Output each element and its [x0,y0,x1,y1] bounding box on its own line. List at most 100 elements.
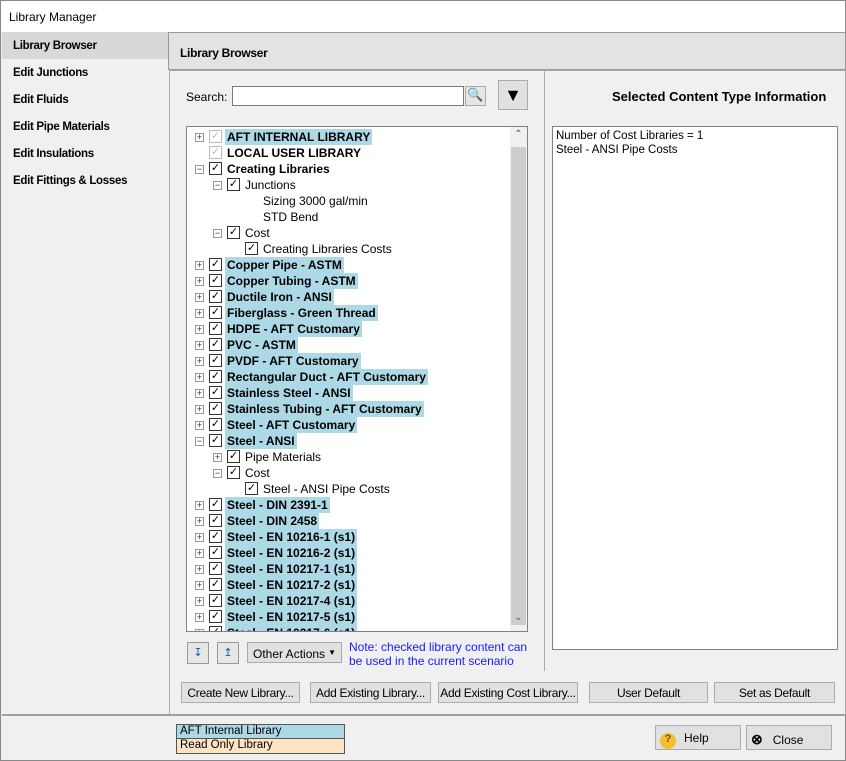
checkbox[interactable]: ✓ [209,290,222,303]
checkbox[interactable]: ✓ [209,578,222,591]
expand-icon[interactable]: + [195,389,204,398]
expand-icon[interactable]: + [213,453,222,462]
collapse-icon[interactable]: − [195,437,204,446]
tree-row-label[interactable]: Creating Libraries Costs [261,241,394,257]
scrollbar-thumb[interactable] [511,147,526,625]
user-default-button[interactable]: User Default [589,682,708,703]
checkbox[interactable]: ✓ [245,482,258,495]
tree-row-label[interactable]: Steel - EN 10217-2 (s1) [225,577,358,593]
expand-icon[interactable]: + [195,341,204,350]
sidebar-item-edit-insulations[interactable]: Edit Insulations [2,140,168,167]
checkbox[interactable]: ✓ [209,498,222,511]
tree-row-label[interactable]: Creating Libraries [225,161,332,177]
tree-row-label[interactable]: Stainless Tubing - AFT Customary [225,401,424,417]
expand-icon[interactable]: + [195,293,204,302]
tree-row-label[interactable]: Steel - ANSI Pipe Costs [261,481,392,497]
tree-row-label[interactable]: Junctions [243,177,298,193]
tree-row-label[interactable]: PVC - ASTM [225,337,298,353]
close-button[interactable]: ⊗ Close [746,725,832,750]
expand-icon[interactable]: + [195,357,204,366]
tree-row-label[interactable]: Copper Tubing - ASTM [225,273,358,289]
checkbox[interactable]: ✓ [227,466,240,479]
tree-row-label[interactable]: Steel - EN 10217-5 (s1) [225,609,358,625]
tree-row-label[interactable]: Steel - EN 10217-1 (s1) [225,561,358,577]
sidebar-item-edit-junctions[interactable]: Edit Junctions [2,59,168,86]
checkbox[interactable]: ✓ [209,610,222,623]
scroll-down-icon[interactable]: ⌄ [510,612,527,629]
tree-row-label[interactable]: Cost [243,225,272,241]
expand-icon[interactable]: + [195,405,204,414]
set-as-default-button[interactable]: Set as Default [714,682,835,703]
search-icon[interactable]: 🔍 [465,86,486,106]
checkbox[interactable]: ✓ [209,162,222,175]
other-actions-dropdown[interactable]: Other Actions ▼ [247,642,342,663]
checkbox[interactable]: ✓ [209,130,222,143]
sidebar-item-edit-pipe-materials[interactable]: Edit Pipe Materials [2,113,168,140]
tree-row-label[interactable]: AFT INTERNAL LIBRARY [225,129,373,145]
checkbox[interactable]: ✓ [245,242,258,255]
tree-row-label[interactable]: Fiberglass - Green Thread [225,305,378,321]
collapse-icon[interactable]: − [213,229,222,238]
checkbox[interactable]: ✓ [209,370,222,383]
checkbox[interactable]: ✓ [209,434,222,447]
checkbox[interactable]: ✓ [209,338,222,351]
checkbox[interactable]: ✓ [209,322,222,335]
scroll-up-icon[interactable]: ⌃ [510,129,527,146]
checkbox[interactable]: ✓ [209,306,222,319]
expand-icon[interactable]: + [195,565,204,574]
expand-icon[interactable]: + [195,501,204,510]
expand-icon[interactable]: + [195,373,204,382]
checkbox[interactable]: ✓ [209,274,222,287]
expand-icon[interactable]: + [195,581,204,590]
create-new-library-button[interactable]: Create New Library... [181,682,300,703]
tree-row-label[interactable]: Sizing 3000 gal/min [261,193,370,209]
tree-row-label[interactable]: Steel - EN 10217-6 (s1) [225,625,358,631]
sidebar-item-edit-fluids[interactable]: Edit Fluids [2,86,168,113]
tree-row-label[interactable]: Ductile Iron - ANSI [225,289,334,305]
tree-row-label[interactable]: Steel - AFT Customary [225,417,358,433]
expand-icon[interactable]: + [195,309,204,318]
tree-row-label[interactable]: Steel - DIN 2391-1 [225,497,330,513]
tree-row-label[interactable]: PVDF - AFT Customary [225,353,361,369]
tree-row-label[interactable]: Steel - EN 10216-2 (s1) [225,545,358,561]
checkbox[interactable]: ✓ [209,546,222,559]
checkbox[interactable]: ✓ [209,594,222,607]
expand-icon[interactable]: + [195,133,204,142]
checkbox[interactable]: ✓ [209,530,222,543]
help-button[interactable]: ? Help [655,725,741,750]
collapse-icon[interactable]: − [213,181,222,190]
expand-all-icon[interactable]: ↧ [187,642,209,664]
checkbox[interactable]: ✓ [209,418,222,431]
expand-icon[interactable]: + [195,549,204,558]
expand-icon[interactable]: + [195,277,204,286]
tree-row-label[interactable]: Steel - ANSI [225,433,297,449]
tree-row-label[interactable]: HDPE - AFT Customary [225,321,362,337]
expand-icon[interactable]: + [195,421,204,430]
expand-icon[interactable]: + [195,517,204,526]
add-existing-library-button[interactable]: Add Existing Library... [310,682,431,703]
collapse-icon[interactable]: − [213,469,222,478]
expand-icon[interactable]: + [195,613,204,622]
expand-icon[interactable]: + [195,325,204,334]
checkbox[interactable]: ✓ [227,450,240,463]
tree-row-label[interactable]: Pipe Materials [243,449,323,465]
tree-row-label[interactable]: Stainless Steel - ANSI [225,385,353,401]
checkbox[interactable]: ✓ [209,402,222,415]
checkbox[interactable]: ✓ [209,354,222,367]
checkbox[interactable]: ✓ [209,514,222,527]
collapse-icon[interactable]: − [195,165,204,174]
tree-scrollbar[interactable]: ⌃ ⌄ [510,127,527,631]
checkbox[interactable]: ✓ [209,562,222,575]
checkbox[interactable]: ✓ [209,146,222,159]
library-tree[interactable]: ⌃ ⌄ + ✓ AFT INTERNAL LIBRARY ✓ LOCAL USER LI… [186,126,528,632]
tree-row-label[interactable]: Steel - EN 10216-1 (s1) [225,529,358,545]
filter-icon[interactable]: ▼ [498,80,528,110]
checkbox[interactable]: ✓ [227,178,240,191]
add-existing-cost-library-button[interactable]: Add Existing Cost Library... [438,682,578,703]
collapse-all-icon[interactable]: ↥ [217,642,239,664]
tree-row-label[interactable]: Steel - DIN 2458 [225,513,320,529]
tree-row-label[interactable]: Steel - EN 10217-4 (s1) [225,593,358,609]
sidebar-item-library-browser[interactable]: Library Browser [2,32,168,59]
tree-row-label[interactable]: STD Bend [261,209,320,225]
tree-row-label[interactable]: LOCAL USER LIBRARY [225,145,363,161]
